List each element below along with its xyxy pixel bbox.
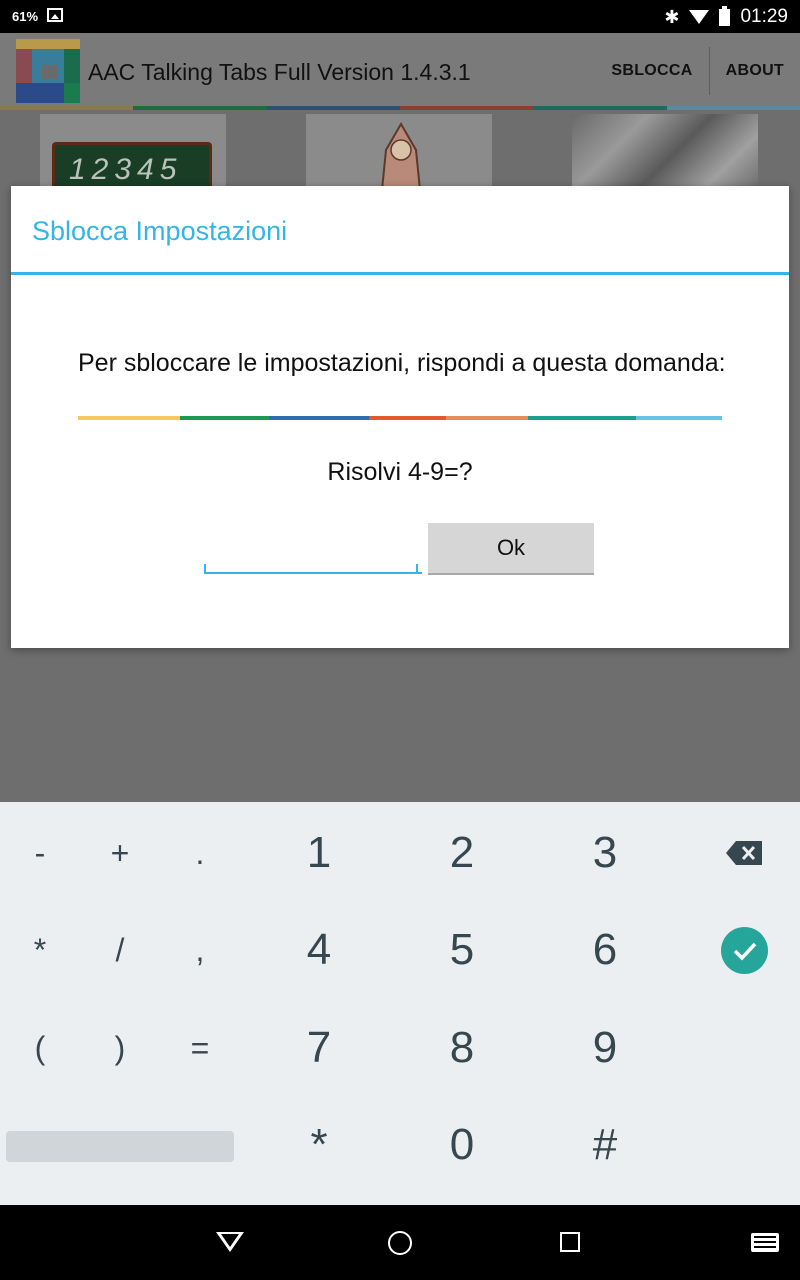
key-equals[interactable]: = (150, 1000, 250, 1096)
key-comma[interactable]: , (150, 902, 250, 998)
status-bar: 61% ✱ 01:29 (0, 0, 800, 33)
battery-icon (719, 5, 731, 26)
app-actions: SBLOCCA ABOUT (595, 33, 800, 109)
message-color-stripe (78, 416, 722, 420)
recents-icon[interactable] (560, 1232, 580, 1252)
key-hash[interactable]: # (555, 1097, 655, 1193)
image-icon (47, 8, 63, 22)
title-divider (11, 272, 789, 275)
chalkboard-image: 12345 (52, 142, 212, 186)
key-3[interactable]: 3 (555, 805, 655, 901)
about-button[interactable]: ABOUT (710, 62, 800, 80)
key-7[interactable]: 7 (269, 1000, 369, 1096)
key-6[interactable]: 6 (555, 902, 655, 998)
key-5[interactable]: 5 (412, 902, 512, 998)
dialog-message: Per sbloccare le impostazioni, rispondi … (78, 349, 726, 377)
color-stripe (0, 106, 800, 110)
cat-image (572, 114, 758, 186)
input-underline-left (204, 564, 206, 572)
dialog-title: Sblocca Impostazioni (32, 216, 288, 246)
key-9[interactable]: 9 (555, 1000, 655, 1096)
answer-input[interactable] (204, 526, 422, 574)
tile-numbers[interactable]: 12345 (40, 114, 226, 186)
keyboard-switch-icon[interactable] (751, 1233, 779, 1252)
done-key[interactable] (721, 927, 768, 974)
key-8[interactable]: 8 (412, 1000, 512, 1096)
back-icon[interactable] (216, 1232, 244, 1252)
app-bar: AAC Talking Tabs Full Version 1.4.3.1 SB… (0, 33, 800, 109)
key-1[interactable]: 1 (269, 805, 369, 901)
tile-red-riding-hood[interactable] (306, 114, 492, 186)
tile-cat[interactable] (572, 114, 758, 186)
sblocca-button[interactable]: SBLOCCA (595, 62, 708, 80)
input-underline-right (416, 564, 418, 572)
checkmark-icon (733, 942, 756, 961)
home-icon[interactable] (388, 1231, 412, 1255)
bluetooth-icon: ✱ (664, 6, 680, 27)
key-star[interactable]: * (269, 1097, 369, 1193)
status-icons: ✱ 01:29 (664, 5, 788, 29)
key-4[interactable]: 4 (269, 902, 369, 998)
key-2[interactable]: 2 (412, 805, 512, 901)
key-0[interactable]: 0 (412, 1097, 512, 1193)
navigation-bar (0, 1205, 800, 1280)
space-key[interactable] (6, 1131, 234, 1162)
key-period[interactable]: . (150, 805, 250, 901)
clock: 01:29 (740, 6, 788, 27)
red-riding-hood-image (381, 121, 421, 186)
battery-percent: 61% (12, 9, 39, 24)
backspace-icon[interactable] (726, 841, 762, 865)
wifi-icon (689, 10, 710, 24)
app-title: AAC Talking Tabs Full Version 1.4.3.1 (88, 59, 471, 85)
numeric-keyboard: - + . 1 2 3 * / , 4 5 6 ( ) = 7 8 9 * 0 … (0, 802, 800, 1205)
math-question: Risolvi 4-9=? (327, 458, 473, 486)
unlock-dialog: Sblocca Impostazioni Per sbloccare le im… (11, 186, 789, 648)
ok-button[interactable]: Ok (428, 523, 594, 575)
app-logo (16, 39, 80, 103)
